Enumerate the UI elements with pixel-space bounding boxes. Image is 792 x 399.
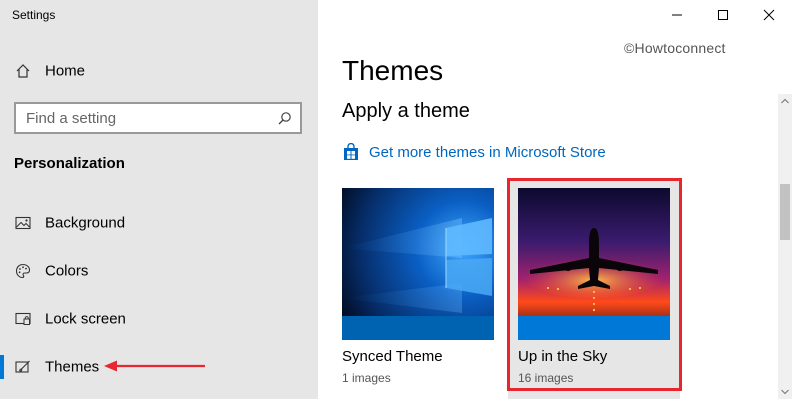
maximize-icon bbox=[718, 10, 728, 20]
watermark: ©Howtoconnect bbox=[624, 40, 726, 56]
section-subtitle: Apply a theme bbox=[342, 100, 470, 122]
window-controls bbox=[654, 0, 792, 30]
selection-highlight bbox=[507, 178, 682, 391]
sidebar-item-label: Background bbox=[45, 214, 126, 232]
minimize-button[interactable] bbox=[654, 0, 700, 30]
store-bag-icon bbox=[342, 142, 360, 161]
close-icon bbox=[763, 9, 775, 21]
sidebar-item-label: Themes bbox=[45, 358, 100, 376]
app-title: Settings bbox=[12, 8, 56, 22]
minimize-icon bbox=[672, 14, 682, 16]
theme-thumbnail bbox=[342, 188, 494, 340]
main-panel: ©Howtoconnect Themes Apply a theme Get m… bbox=[318, 0, 792, 399]
store-link[interactable]: Get more themes in Microsoft Store bbox=[342, 142, 606, 161]
annotation-arrow bbox=[104, 360, 205, 372]
search-icon[interactable] bbox=[277, 111, 292, 126]
chevron-up-icon bbox=[781, 98, 789, 104]
chevron-down-icon bbox=[781, 389, 789, 395]
sidebar: Settings Home Personalization Background… bbox=[0, 0, 318, 399]
search-input[interactable] bbox=[16, 104, 266, 132]
brush-icon bbox=[15, 359, 31, 375]
sidebar-item-colors[interactable]: Colors bbox=[0, 251, 318, 291]
sidebar-item-background[interactable]: Background bbox=[0, 203, 318, 243]
search-box[interactable] bbox=[14, 102, 302, 134]
close-button[interactable] bbox=[746, 0, 792, 30]
sidebar-item-label: Lock screen bbox=[45, 310, 126, 328]
home-nav-item[interactable]: Home bbox=[0, 51, 318, 91]
windows-logo-wallpaper bbox=[342, 188, 494, 340]
picture-icon bbox=[15, 215, 31, 231]
section-heading: Personalization bbox=[14, 155, 125, 172]
lock-screen-icon bbox=[15, 311, 31, 327]
theme-name: Synced Theme bbox=[342, 348, 443, 365]
palette-icon bbox=[15, 263, 31, 279]
theme-image-count: 1 images bbox=[342, 371, 391, 385]
scrollbar[interactable] bbox=[778, 94, 792, 399]
scroll-down-button[interactable] bbox=[778, 385, 792, 399]
scroll-up-button[interactable] bbox=[778, 94, 792, 108]
home-label: Home bbox=[45, 62, 86, 80]
sidebar-item-label: Colors bbox=[45, 262, 89, 280]
scroll-thumb[interactable] bbox=[780, 184, 790, 240]
store-link-label: Get more themes in Microsoft Store bbox=[369, 143, 606, 161]
home-icon bbox=[15, 63, 31, 79]
page-title: Themes bbox=[342, 55, 444, 86]
maximize-button[interactable] bbox=[700, 0, 746, 30]
theme-card-synced[interactable]: Synced Theme 1 images bbox=[342, 188, 496, 385]
sidebar-item-lock-screen[interactable]: Lock screen bbox=[0, 299, 318, 339]
